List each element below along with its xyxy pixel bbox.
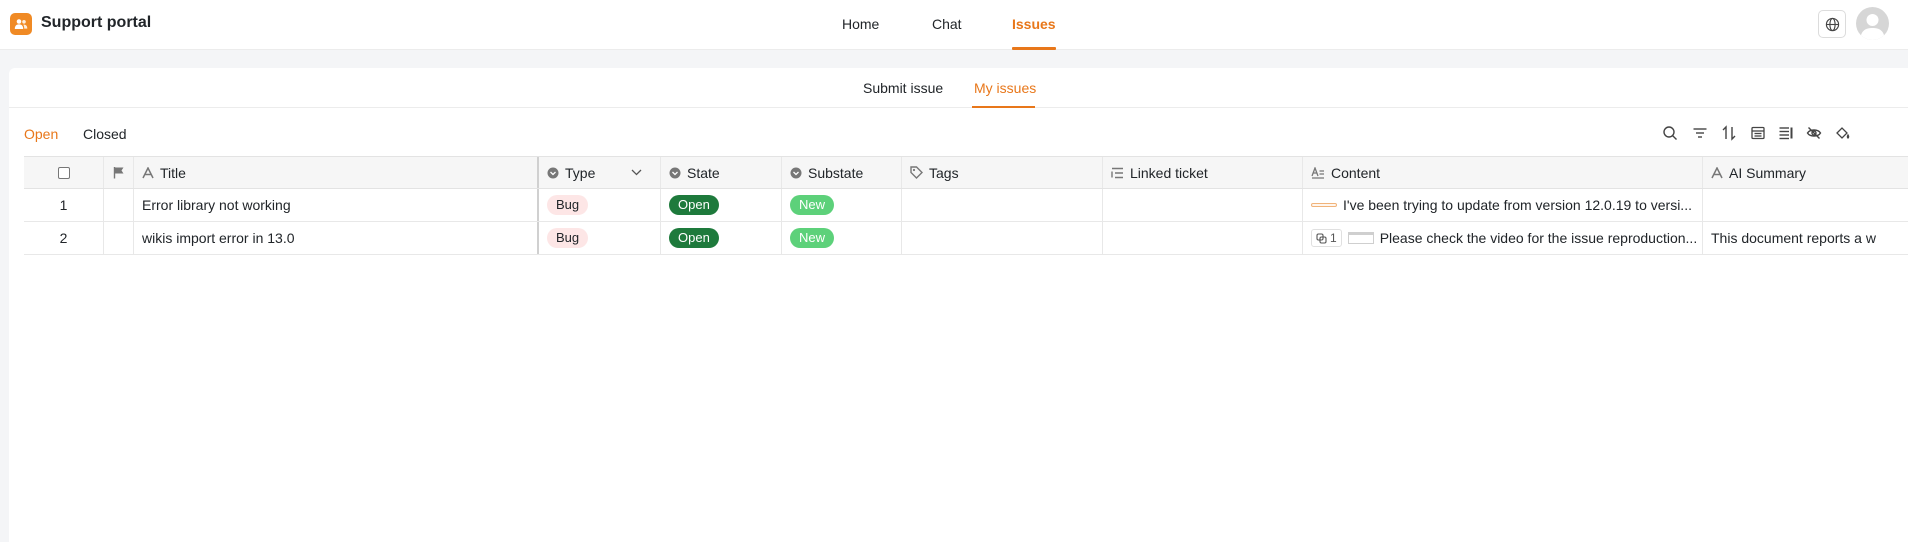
content-text: Please check the video for the issue rep…	[1379, 230, 1698, 246]
column-label-linked-ticket: Linked ticket	[1130, 164, 1208, 181]
search-icon[interactable]	[1659, 122, 1681, 144]
column-label-title: Title	[160, 164, 186, 181]
table-row[interactable]: 1 Error library not working Bug Open New…	[24, 189, 1908, 222]
filter-open[interactable]: Open	[24, 126, 58, 142]
cell-substate[interactable]: New	[782, 189, 902, 221]
tab-submit-issue[interactable]: Submit issue	[863, 80, 943, 96]
row-number: 2	[24, 222, 104, 254]
row-height-icon[interactable]	[1775, 122, 1797, 144]
cell-linked-ticket[interactable]	[1103, 189, 1303, 221]
tag-icon	[910, 166, 923, 179]
table-row[interactable]: 2 wikis import error in 13.0 Bug Open Ne…	[24, 222, 1908, 255]
cell-content[interactable]: 1 Please check the video for the issue r…	[1303, 222, 1703, 254]
column-label-state: State	[687, 164, 720, 181]
user-icon	[1860, 14, 1885, 40]
column-label-substate: Substate	[808, 164, 864, 181]
cell-title[interactable]: Error library not working	[134, 189, 539, 221]
group-icon[interactable]	[1747, 122, 1769, 144]
column-header-content[interactable]: Content	[1303, 157, 1703, 188]
chevron-down-icon[interactable]	[631, 169, 642, 176]
hide-fields-icon[interactable]	[1803, 122, 1825, 144]
attachment-count: 1	[1330, 231, 1337, 245]
subtab-active-indicator	[972, 106, 1035, 108]
language-button[interactable]	[1818, 10, 1846, 38]
type-badge: Bug	[547, 195, 589, 215]
text-field-icon	[1711, 166, 1723, 178]
cell-type[interactable]: Bug	[539, 222, 661, 254]
tab-my-issues[interactable]: My issues	[974, 80, 1036, 96]
column-header-ai-summary[interactable]: AI Summary	[1703, 157, 1908, 188]
cell-title[interactable]: wikis import error in 13.0	[134, 222, 539, 254]
column-label-type: Type	[565, 164, 596, 181]
select-all-cell	[24, 157, 104, 188]
flag-column-header	[104, 157, 134, 188]
link-list-icon	[1111, 167, 1123, 178]
cell-substate[interactable]: New	[782, 222, 902, 254]
state-badge: Open	[669, 195, 719, 215]
single-select-icon	[547, 167, 559, 178]
substate-badge: New	[790, 195, 835, 215]
app-logo[interactable]	[10, 13, 32, 35]
single-select-icon	[790, 167, 802, 178]
column-header-tags[interactable]: Tags	[902, 157, 1103, 188]
issues-table: Title Type State Substate Tags Linked ti…	[24, 156, 1908, 257]
cell-tags[interactable]	[902, 222, 1103, 254]
table-header-row: Title Type State Substate Tags Linked ti…	[24, 156, 1908, 189]
cell-state[interactable]: Open	[661, 222, 782, 254]
cell-type[interactable]: Bug	[539, 189, 661, 221]
attachment-icon	[1316, 232, 1327, 244]
column-header-state[interactable]: State	[661, 157, 782, 188]
cell-linked-ticket[interactable]	[1103, 222, 1303, 254]
column-label-tags: Tags	[929, 164, 959, 181]
flag-icon	[113, 167, 123, 179]
users-icon	[14, 19, 28, 29]
cell-content[interactable]: I've been trying to update from version …	[1303, 189, 1703, 221]
row-flag-cell[interactable]	[104, 222, 134, 254]
user-avatar[interactable]	[1856, 7, 1889, 40]
nav-active-indicator	[1012, 47, 1056, 50]
column-header-type[interactable]: Type	[539, 157, 661, 188]
nav-home[interactable]: Home	[842, 14, 879, 34]
column-header-linked-ticket[interactable]: Linked ticket	[1103, 157, 1303, 188]
column-header-substate[interactable]: Substate	[782, 157, 902, 188]
content-thumbnail	[1311, 203, 1337, 207]
attachment-badge[interactable]: 1	[1311, 229, 1342, 247]
issues-panel: Submit issue My issues Open Closed Title…	[9, 68, 1908, 542]
type-badge: Bug	[547, 228, 589, 248]
cell-ai-summary[interactable]: This document reports a w	[1703, 222, 1908, 254]
text-field-icon	[142, 166, 154, 178]
subtab-bar: Submit issue My issues	[9, 68, 1908, 108]
select-all-checkbox[interactable]	[57, 166, 70, 179]
substate-badge: New	[790, 228, 835, 248]
single-select-icon	[669, 167, 681, 178]
nav-issues[interactable]: Issues	[1012, 14, 1056, 34]
column-label-content: Content	[1331, 164, 1381, 181]
filter-closed[interactable]: Closed	[83, 126, 127, 142]
cell-state[interactable]: Open	[661, 189, 782, 221]
column-label-ai-summary: AI Summary	[1729, 164, 1807, 181]
long-text-icon	[1311, 166, 1324, 179]
cell-ai-summary[interactable]	[1703, 189, 1908, 221]
globe-icon	[1825, 17, 1839, 31]
row-flag-cell[interactable]	[104, 189, 134, 221]
top-header: Support portal Home Chat Issues	[0, 0, 1908, 50]
sort-icon[interactable]	[1718, 122, 1740, 144]
content-text: I've been trying to update from version …	[1343, 197, 1692, 213]
column-header-title[interactable]: Title	[134, 157, 539, 188]
content-thumbnail	[1347, 232, 1374, 244]
state-badge: Open	[669, 228, 719, 248]
color-icon[interactable]	[1831, 122, 1853, 144]
app-title: Support portal	[41, 14, 152, 31]
cell-tags[interactable]	[902, 189, 1103, 221]
filter-icon[interactable]	[1689, 122, 1711, 144]
row-number: 1	[24, 189, 104, 221]
nav-chat[interactable]: Chat	[932, 14, 962, 34]
